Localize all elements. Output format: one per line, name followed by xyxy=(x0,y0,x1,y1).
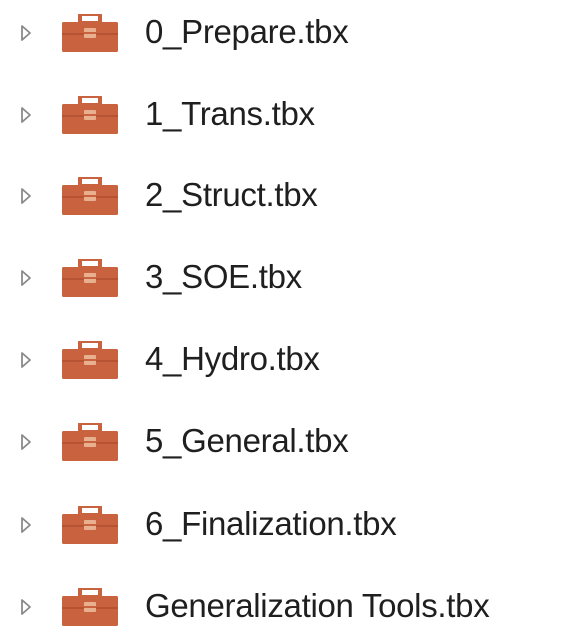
tree-item-label: 3_SOE.tbx xyxy=(145,258,302,296)
toolbox-icon xyxy=(62,421,118,461)
catalog-tree: 0_Prepare.tbx 1_Trans.tbx 2_Struct.tbx 3… xyxy=(0,0,584,627)
tree-item-label: 1_Trans.tbx xyxy=(145,95,315,133)
tree-item-label: 2_Struct.tbx xyxy=(145,176,318,214)
chevron-right-icon[interactable] xyxy=(19,268,33,288)
tree-item-label: Generalization Tools.tbx xyxy=(145,587,490,625)
tree-item-label: 6_Finalization.tbx xyxy=(145,505,397,543)
toolbox-icon xyxy=(62,12,118,52)
toolbox-icon xyxy=(62,257,118,297)
toolbox-icon xyxy=(62,94,118,134)
chevron-right-icon[interactable] xyxy=(19,350,33,370)
chevron-right-icon[interactable] xyxy=(19,432,33,452)
tree-item-4-hydro[interactable]: 4_Hydro.tbx xyxy=(0,330,584,390)
chevron-right-icon[interactable] xyxy=(19,597,33,617)
toolbox-icon xyxy=(62,504,118,544)
tree-item-label: 0_Prepare.tbx xyxy=(145,13,349,51)
toolbox-icon xyxy=(62,586,118,626)
tree-item-generalization-tools[interactable]: Generalization Tools.tbx xyxy=(0,577,584,627)
tree-item-6-finalization[interactable]: 6_Finalization.tbx xyxy=(0,495,584,555)
tree-item-3-soe[interactable]: 3_SOE.tbx xyxy=(0,248,584,308)
tree-item-label: 5_General.tbx xyxy=(145,422,349,460)
tree-item-label: 4_Hydro.tbx xyxy=(145,340,320,378)
tree-item-0-prepare[interactable]: 0_Prepare.tbx xyxy=(0,3,584,63)
chevron-right-icon[interactable] xyxy=(19,515,33,535)
tree-item-2-struct[interactable]: 2_Struct.tbx xyxy=(0,166,584,226)
toolbox-icon xyxy=(62,175,118,215)
chevron-right-icon[interactable] xyxy=(19,23,33,43)
chevron-right-icon[interactable] xyxy=(19,186,33,206)
toolbox-icon xyxy=(62,339,118,379)
tree-item-1-trans[interactable]: 1_Trans.tbx xyxy=(0,85,584,145)
tree-item-5-general[interactable]: 5_General.tbx xyxy=(0,412,584,472)
chevron-right-icon[interactable] xyxy=(19,105,33,125)
